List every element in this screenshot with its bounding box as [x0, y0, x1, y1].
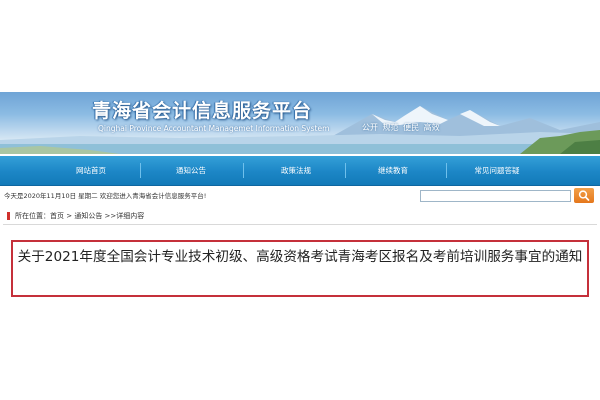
breadcrumb-prefix: 所在位置：	[15, 212, 50, 220]
nav-item-policies[interactable]: 政策法规	[270, 156, 322, 185]
nav-item-home[interactable]: 网站首页	[65, 156, 117, 185]
nav-divider	[140, 163, 141, 178]
slogan-item: 公开	[362, 123, 378, 132]
article-title: 关于2021年度全国会计专业技术初级、高级资格考试青海考区报名及考前培训服务事宜…	[17, 249, 583, 265]
main-nav: 网站首页 通知公告 政策法规 继续教育 常见问题答疑	[0, 156, 600, 186]
slogan-item: 便民	[403, 123, 420, 132]
page: 青海省会计信息服务平台 Qinghai Province Accountant …	[0, 0, 600, 400]
slogan: 公开 规范 便民 高效	[362, 122, 442, 133]
breadcrumb: 所在位置：首页 > 通知公告 >>详细内容	[3, 208, 597, 225]
breadcrumb-current: 详细内容	[116, 212, 145, 220]
search-input[interactable]	[420, 190, 571, 202]
nav-divider	[345, 163, 346, 178]
nav-item-faq[interactable]: 常见问题答疑	[462, 156, 532, 185]
nav-item-notices[interactable]: 通知公告	[165, 156, 217, 185]
breadcrumb-notices-link[interactable]: 通知公告	[74, 212, 102, 220]
nav-divider	[446, 163, 447, 178]
slogan-item: 高效	[423, 123, 440, 132]
nav-item-education[interactable]: 继续教育	[367, 156, 419, 185]
location-marker-icon	[7, 212, 10, 220]
welcome-date-text: 今天是2020年11月10日 星期二 欢迎您进入青海省会计信息服务平台!	[4, 192, 207, 200]
site-subtitle: Qinghai Province Accountant Managemet In…	[98, 124, 330, 133]
nav-divider	[243, 163, 244, 178]
breadcrumb-trail: 所在位置：首页 > 通知公告 >>详细内容	[15, 211, 144, 221]
breadcrumb-home-link[interactable]: 首页	[50, 212, 64, 220]
breadcrumb-separator: >>	[102, 212, 117, 220]
search-button[interactable]	[574, 188, 594, 203]
search-icon	[578, 190, 590, 201]
breadcrumb-separator: >	[64, 212, 75, 220]
site-title: 青海省会计信息服务平台	[92, 100, 313, 122]
slogan-item: 规范	[382, 123, 399, 132]
